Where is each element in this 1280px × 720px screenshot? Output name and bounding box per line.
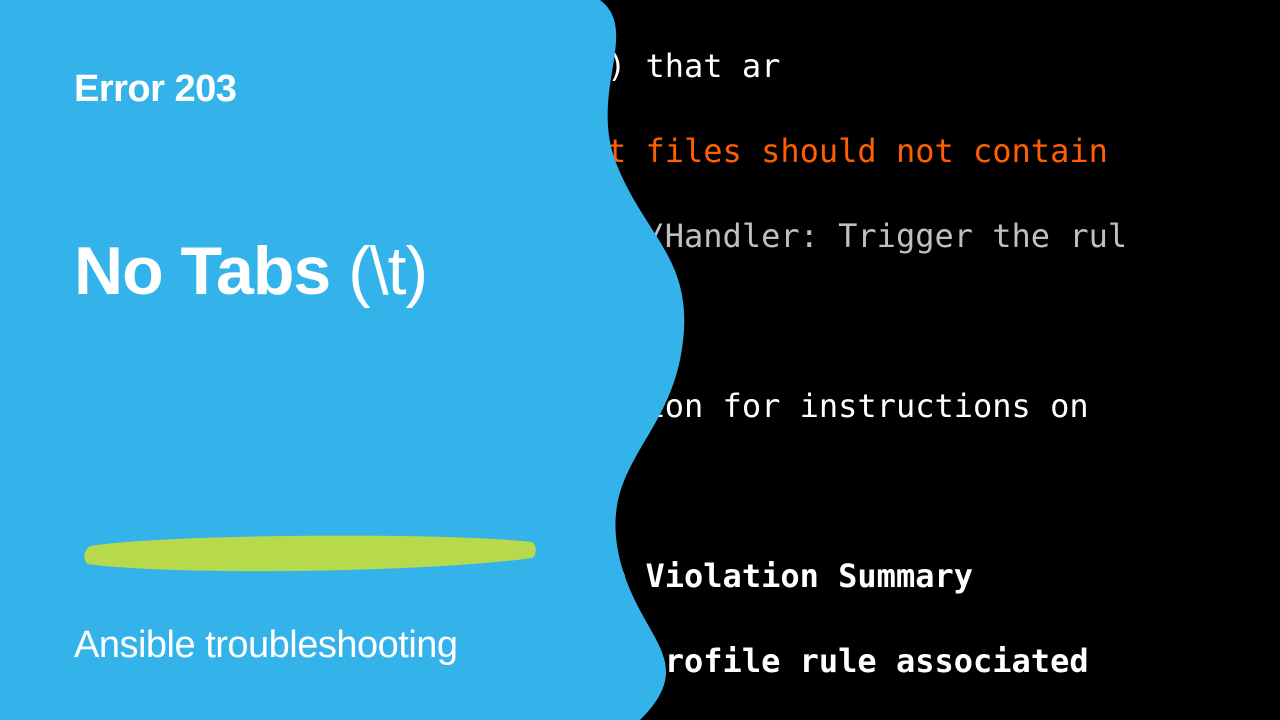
title-block: Error 203 No Tabs (\t) Ansible troublesh…	[0, 0, 640, 720]
subtitle-text: Ansible troubleshooting	[74, 624, 458, 667]
slide-stage: WARNING Listing 1 violation(s) that ar n…	[0, 0, 1280, 720]
page-title: No Tabs (\t)	[74, 232, 427, 310]
title-paren: (\t)	[348, 233, 427, 309]
kicker-text: Error 203	[74, 68, 236, 111]
swash-path	[84, 536, 535, 572]
underline-swash	[84, 532, 538, 576]
title-main: No Tabs	[74, 233, 348, 309]
